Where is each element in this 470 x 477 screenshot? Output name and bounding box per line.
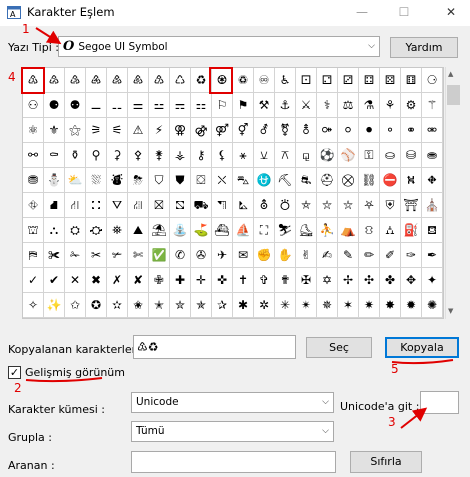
annotation-underline-advanced-view [25,377,103,383]
annotation-marks [25,27,454,429]
annotation-underline-copy-button [391,359,454,365]
annotation-arrow-1 [35,27,62,45]
annotation-arrow-3 [400,407,428,429]
